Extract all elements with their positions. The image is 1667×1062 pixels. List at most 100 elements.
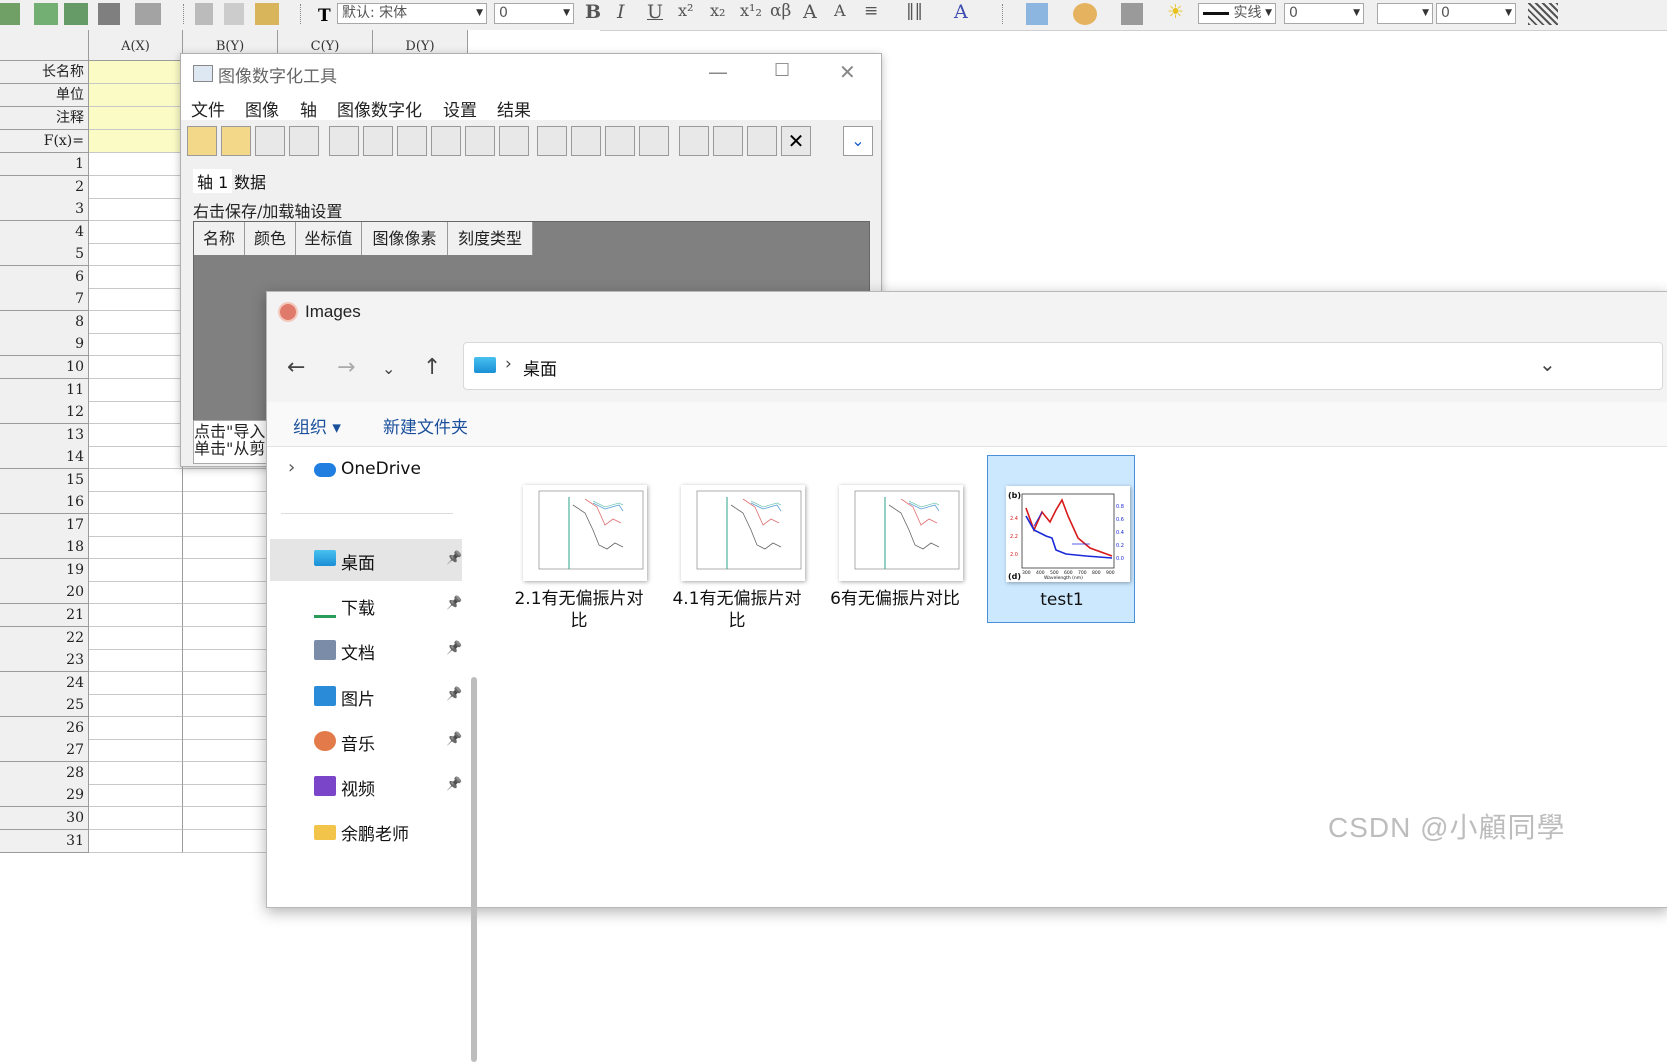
data-cell[interactable] bbox=[183, 604, 273, 627]
row-header[interactable]: 6 bbox=[0, 265, 89, 289]
breadcrumb-location[interactable]: 桌面 bbox=[523, 355, 557, 380]
data-cell[interactable] bbox=[183, 784, 273, 808]
col-color[interactable]: 颜色 bbox=[245, 222, 296, 255]
move-icon[interactable] bbox=[289, 126, 319, 156]
data-cell[interactable] bbox=[183, 627, 273, 650]
row-header[interactable]: 9 bbox=[0, 333, 89, 357]
underline-button[interactable]: U bbox=[647, 1, 663, 23]
row-header[interactable]: 19 bbox=[0, 558, 89, 582]
data-cell[interactable] bbox=[89, 310, 183, 334]
columns-icon[interactable]: ‖‖ bbox=[906, 1, 923, 21]
meta-cell[interactable] bbox=[89, 130, 183, 153]
col-scale-type[interactable]: 刻度类型 bbox=[448, 222, 533, 255]
row-header[interactable]: 11 bbox=[0, 378, 89, 402]
pin-icon[interactable]: 📌 bbox=[446, 777, 462, 792]
pick-point-icon[interactable] bbox=[329, 126, 359, 156]
cut-icon[interactable] bbox=[195, 3, 213, 25]
data-cell[interactable] bbox=[89, 626, 183, 650]
row-header[interactable]: 13 bbox=[0, 423, 89, 447]
italic-button[interactable]: I bbox=[617, 1, 625, 23]
data-cell[interactable] bbox=[89, 649, 183, 673]
row-header[interactable]: 18 bbox=[0, 536, 89, 560]
row-header[interactable]: 14 bbox=[0, 446, 89, 470]
size-combo-2[interactable]: 0 ▼ bbox=[1436, 3, 1516, 24]
data-cell[interactable] bbox=[89, 175, 183, 199]
supsub-button[interactable]: x¹₂ bbox=[740, 1, 762, 20]
pin-icon[interactable]: 📌 bbox=[446, 641, 462, 656]
sort-icon[interactable] bbox=[537, 126, 567, 156]
area-icon[interactable] bbox=[431, 126, 461, 156]
data-cell[interactable] bbox=[89, 333, 183, 357]
tab-axis1[interactable]: 轴 1 bbox=[193, 169, 233, 193]
export-graph-icon[interactable] bbox=[747, 126, 777, 156]
minimize-button[interactable]: — bbox=[708, 60, 728, 84]
address-dropdown-icon[interactable]: ⌄ bbox=[1539, 352, 1556, 376]
file-item-selected[interactable]: (b) (d) 2.4 2.2 2.0 0.8 0.6 0.4 0.2 0.0 300 400 500 6… bbox=[987, 455, 1135, 623]
row-header[interactable]: 20 bbox=[0, 581, 89, 605]
fill-color-icon[interactable] bbox=[1026, 3, 1048, 25]
menu-results[interactable]: 结果 bbox=[497, 96, 531, 121]
data-cell[interactable] bbox=[183, 559, 273, 582]
data-cell[interactable] bbox=[183, 717, 273, 740]
row-header[interactable]: 16 bbox=[0, 491, 89, 515]
data-cell[interactable] bbox=[89, 198, 183, 222]
new-folder-button[interactable]: 新建文件夹 bbox=[383, 413, 468, 438]
back-arrow-icon[interactable]: ← bbox=[287, 355, 305, 380]
data-cell[interactable] bbox=[89, 220, 183, 244]
data-cell[interactable] bbox=[183, 830, 273, 853]
dialog-titlebar[interactable]: Images bbox=[267, 292, 1667, 332]
row-header[interactable]: 25 bbox=[0, 694, 89, 718]
menu-axis[interactable]: 轴 bbox=[300, 96, 317, 121]
nav-item-onedrive[interactable]: › OneDrive bbox=[270, 449, 462, 491]
pattern-combo[interactable]: ▼ bbox=[1377, 3, 1433, 24]
data-cell[interactable] bbox=[183, 672, 273, 695]
row-header[interactable]: 15 bbox=[0, 468, 89, 492]
row-header[interactable]: 7 bbox=[0, 288, 89, 312]
data-cell[interactable] bbox=[89, 558, 183, 582]
bar-digitize-icon[interactable] bbox=[397, 126, 427, 156]
copy-sheet-icon[interactable] bbox=[135, 3, 161, 25]
palette-icon[interactable] bbox=[1073, 3, 1097, 25]
address-bar[interactable]: › 桌面 ⌄ bbox=[463, 342, 1663, 390]
line-style-combo[interactable]: 实线 ▼ bbox=[1198, 3, 1276, 24]
add-column-icon[interactable] bbox=[34, 3, 58, 25]
forward-arrow-icon[interactable]: → bbox=[337, 355, 355, 380]
data-cell[interactable] bbox=[89, 468, 183, 492]
data-cell[interactable] bbox=[89, 513, 183, 537]
row-header[interactable]: 2 bbox=[0, 175, 89, 199]
data-cell[interactable] bbox=[89, 401, 183, 425]
col-name[interactable]: 名称 bbox=[194, 222, 245, 255]
shape-icon[interactable] bbox=[571, 126, 601, 156]
data-cell[interactable] bbox=[183, 491, 273, 515]
data-cell[interactable] bbox=[183, 649, 273, 673]
row-header[interactable]: 21 bbox=[0, 604, 89, 627]
menu-settings[interactable]: 设置 bbox=[443, 96, 477, 121]
export-table-icon[interactable] bbox=[679, 126, 709, 156]
col-pixel[interactable]: 图像像素 bbox=[362, 222, 448, 255]
nav-item-documents[interactable]: 文档 📌 bbox=[270, 629, 462, 671]
delete-icon[interactable]: ✕ bbox=[781, 126, 811, 156]
decrease-font-button[interactable]: A bbox=[834, 1, 846, 20]
nav-item-desktop[interactable]: 桌面 📌 bbox=[270, 539, 462, 581]
worksheet-icon[interactable] bbox=[0, 3, 20, 25]
greek-button[interactable]: αβ bbox=[770, 1, 791, 21]
data-cell[interactable] bbox=[89, 265, 183, 289]
data-cell[interactable] bbox=[183, 469, 273, 492]
data-cell[interactable] bbox=[89, 423, 183, 447]
hatch-icon[interactable] bbox=[1528, 3, 1558, 25]
data-cell[interactable] bbox=[183, 807, 273, 830]
data-cell[interactable] bbox=[89, 671, 183, 695]
expand-chevron-icon[interactable]: › bbox=[288, 457, 295, 478]
data-cell[interactable] bbox=[89, 153, 183, 176]
data-cell[interactable] bbox=[183, 762, 273, 785]
set-xy-icon[interactable] bbox=[64, 3, 88, 25]
chevron-down-icon[interactable]: ⌄ bbox=[843, 126, 873, 156]
row-header[interactable]: 31 bbox=[0, 829, 89, 853]
digitizer-titlebar[interactable]: 图像数字化工具 — ☐ ✕ bbox=[181, 54, 881, 92]
pin-icon[interactable]: 📌 bbox=[446, 551, 462, 566]
row-header[interactable]: 26 bbox=[0, 716, 89, 740]
row-header[interactable]: 12 bbox=[0, 401, 89, 425]
data-cell[interactable] bbox=[183, 514, 273, 537]
corner-cell[interactable] bbox=[0, 30, 89, 61]
file-item[interactable]: 6有无偏振片对比 bbox=[821, 455, 969, 623]
